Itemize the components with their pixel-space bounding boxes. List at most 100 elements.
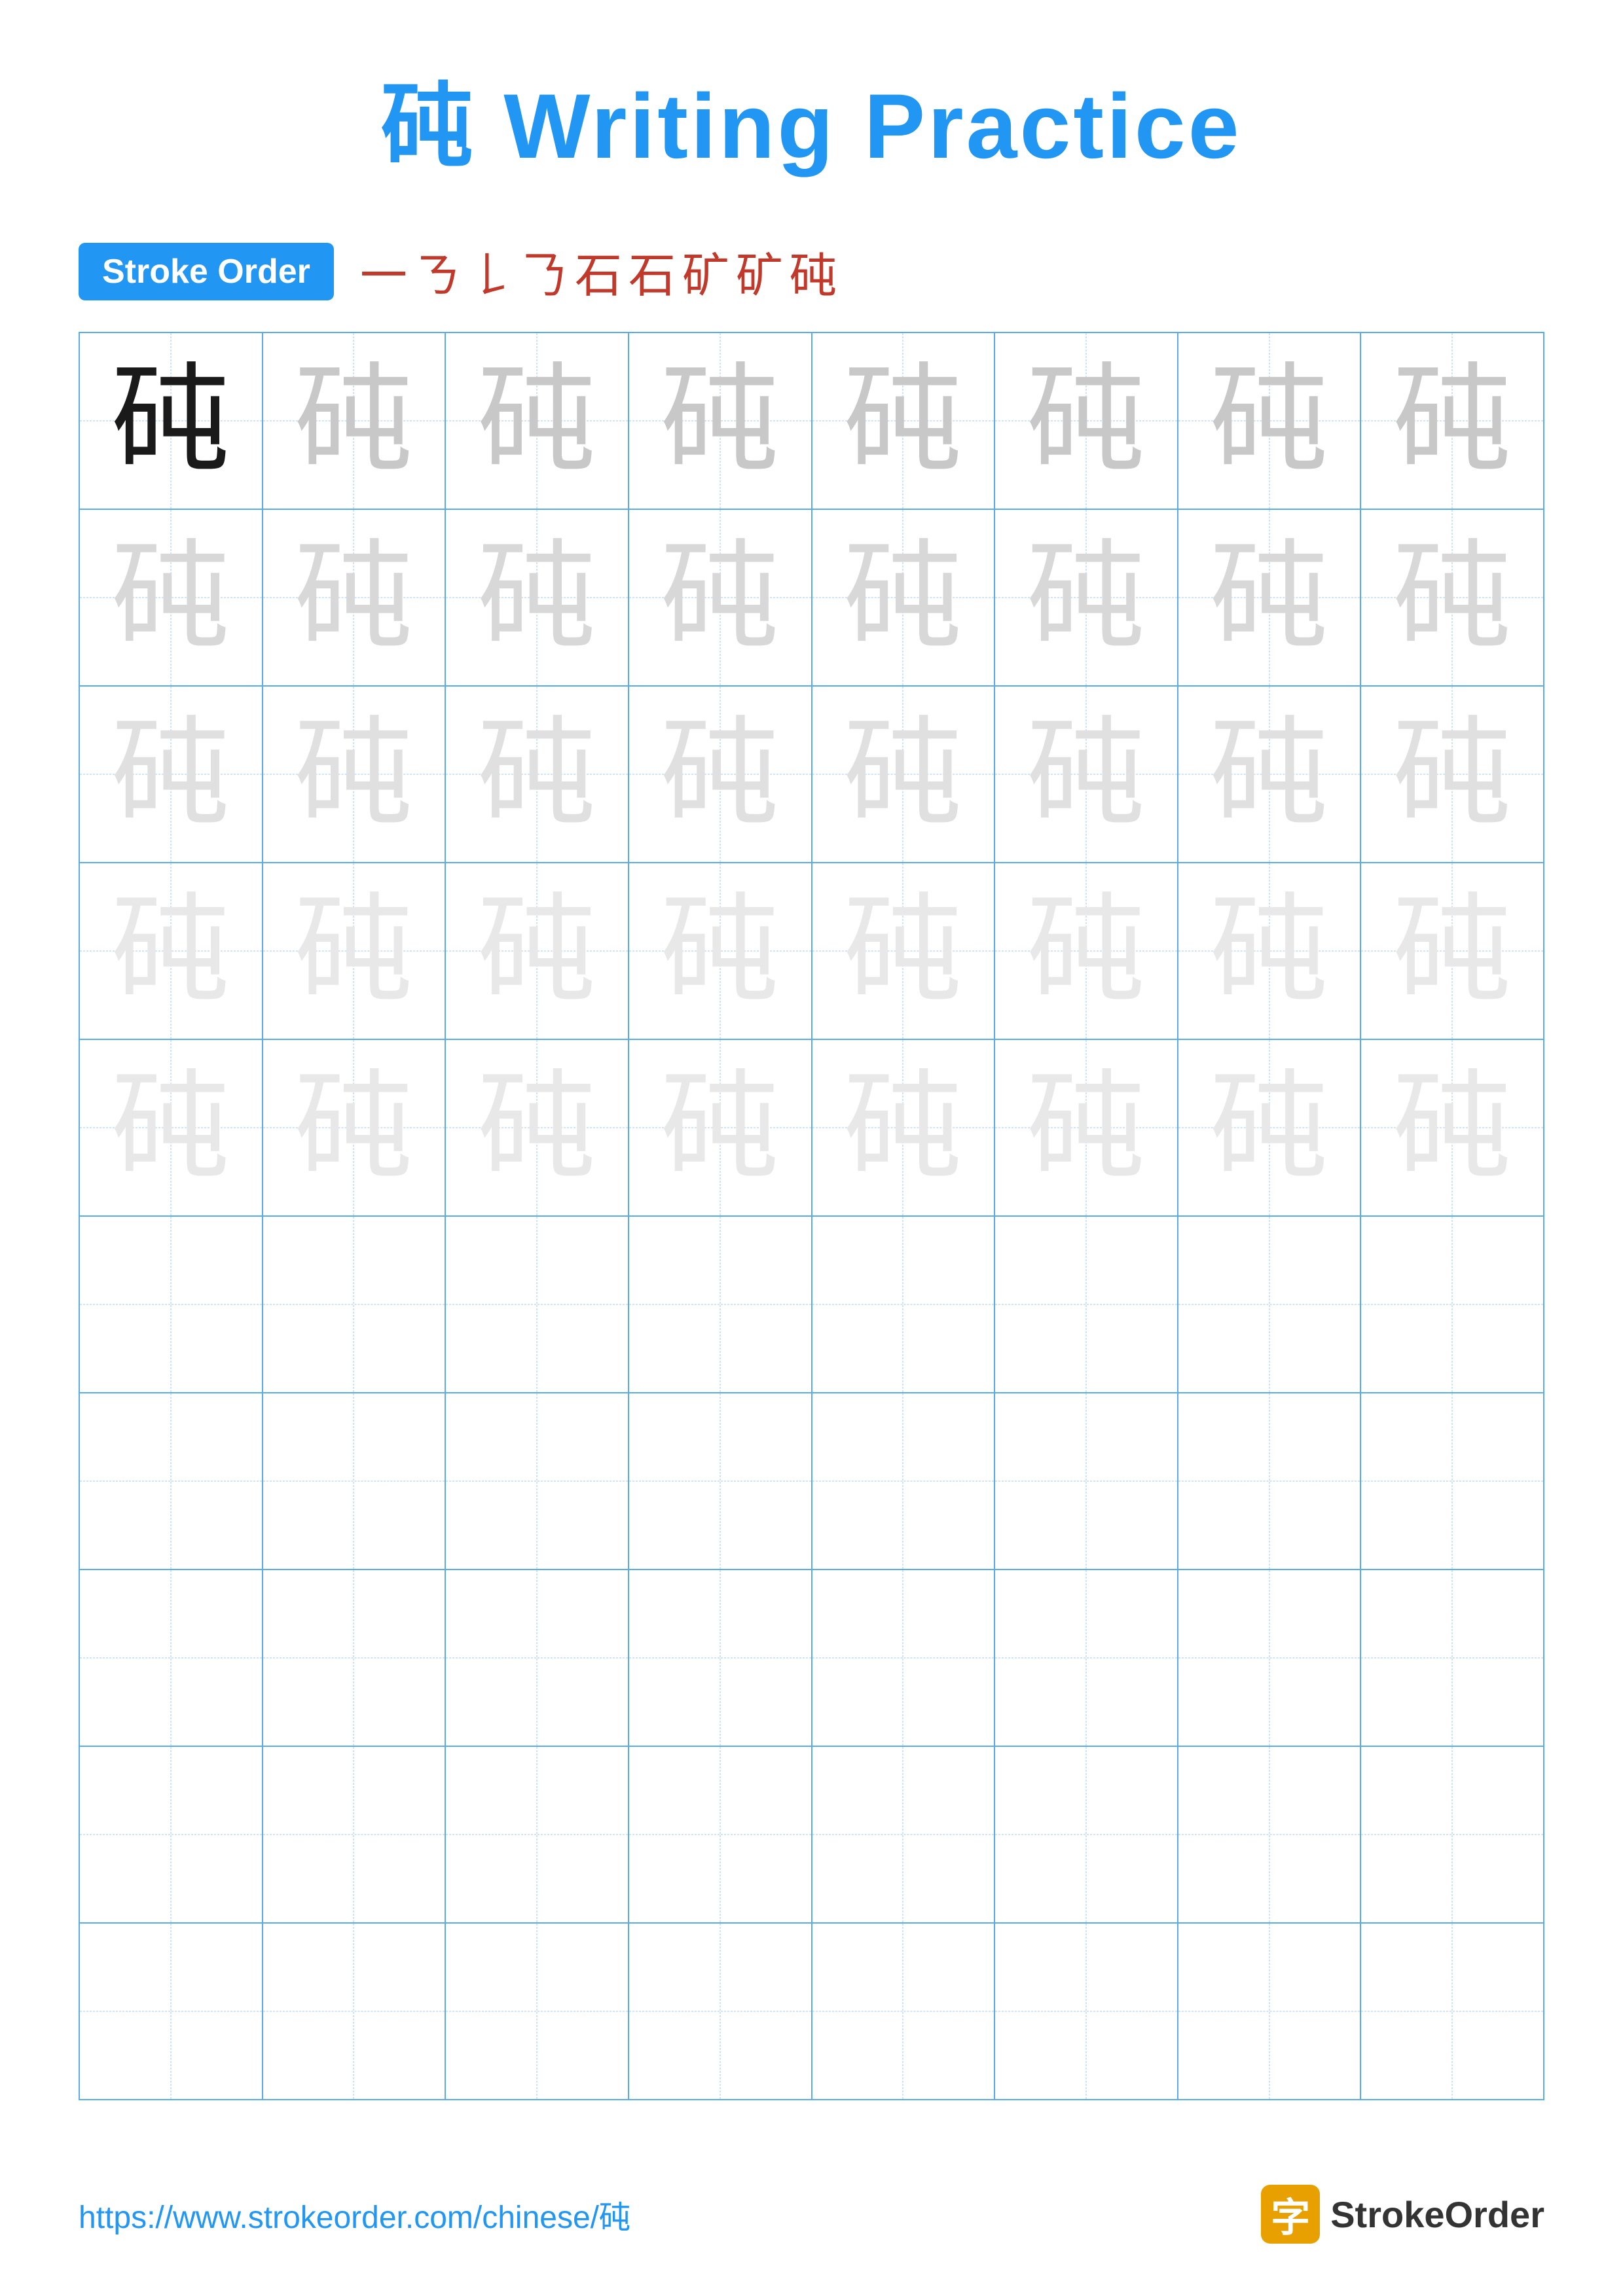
grid-cell: 砘 bbox=[1360, 863, 1544, 1039]
grid-cell: 砘 bbox=[629, 863, 812, 1039]
grid-cell: 砘 bbox=[629, 509, 812, 686]
grid-cell bbox=[994, 1393, 1178, 1570]
grid-cell: 砘 bbox=[994, 686, 1178, 863]
grid-cell bbox=[263, 1393, 446, 1570]
grid-cell bbox=[79, 1393, 263, 1570]
grid-cell bbox=[629, 1570, 812, 1746]
stroke-7: 矿 bbox=[682, 237, 729, 306]
grid-cell bbox=[1360, 1216, 1544, 1393]
grid-cell: 砘 bbox=[1360, 686, 1544, 863]
table-row bbox=[79, 1393, 1544, 1570]
char-display: 砘 bbox=[478, 1069, 596, 1187]
stroke-9: 砘 bbox=[790, 237, 837, 306]
grid-cell: 砘 bbox=[263, 509, 446, 686]
table-row: 砘 砘 砘 砘 砘 砘 砘 砘 bbox=[79, 1039, 1544, 1216]
grid-cell bbox=[1360, 1570, 1544, 1746]
char-display: 砘 bbox=[844, 892, 962, 1010]
char-display: 砘 bbox=[478, 539, 596, 656]
stroke-order-badge: Stroke Order bbox=[79, 243, 334, 300]
char-display: 砘 bbox=[112, 362, 230, 480]
grid-cell: 砘 bbox=[79, 1039, 263, 1216]
table-row: 砘 砘 砘 砘 砘 砘 砘 砘 bbox=[79, 509, 1544, 686]
grid-cell: 砘 bbox=[812, 332, 995, 509]
char-display: 砘 bbox=[1027, 362, 1145, 480]
char-display: 砘 bbox=[1211, 1069, 1328, 1187]
char-display: 砘 bbox=[295, 715, 412, 833]
grid-cell: 砘 bbox=[1178, 509, 1361, 686]
table-row: 砘 砘 砘 砘 砘 砘 砘 砘 bbox=[79, 332, 1544, 509]
char-display: 砘 bbox=[1393, 362, 1511, 480]
char-display: 砘 bbox=[112, 715, 230, 833]
grid-cell bbox=[812, 1393, 995, 1570]
grid-cell: 砘 bbox=[812, 686, 995, 863]
char-display: 砘 bbox=[844, 1069, 962, 1187]
grid-cell bbox=[812, 1746, 995, 1923]
grid-cell bbox=[629, 1216, 812, 1393]
char-display: 砘 bbox=[112, 539, 230, 656]
grid-cell: 砘 bbox=[994, 332, 1178, 509]
grid-cell: 砘 bbox=[79, 686, 263, 863]
grid-cell bbox=[629, 1393, 812, 1570]
grid-cell: 砘 bbox=[445, 332, 629, 509]
char-display: 砘 bbox=[1027, 539, 1145, 656]
char-display: 砘 bbox=[844, 362, 962, 480]
grid-cell bbox=[994, 1216, 1178, 1393]
grid-cell: 砘 bbox=[994, 509, 1178, 686]
stroke-6: 石 bbox=[629, 237, 676, 306]
logo-text: StrokeOrder bbox=[1330, 2193, 1544, 2236]
char-display: 砘 bbox=[295, 362, 412, 480]
grid-cell: 砘 bbox=[445, 686, 629, 863]
footer: https://www.strokeorder.com/chinese/砘 字 … bbox=[79, 2185, 1544, 2244]
grid-cell bbox=[1178, 1923, 1361, 2100]
char-display: 砘 bbox=[1211, 362, 1328, 480]
grid-cell: 砘 bbox=[629, 686, 812, 863]
grid-cell: 砘 bbox=[1360, 332, 1544, 509]
grid-cell: 砘 bbox=[994, 1039, 1178, 1216]
char-display: 砘 bbox=[844, 715, 962, 833]
char-display: 砘 bbox=[661, 1069, 779, 1187]
table-row bbox=[79, 1216, 1544, 1393]
grid-cell bbox=[263, 1746, 446, 1923]
table-row: 砘 砘 砘 砘 砘 砘 砘 砘 bbox=[79, 863, 1544, 1039]
stroke-4: 𠄎 bbox=[521, 237, 568, 306]
stroke-5: 石 bbox=[575, 237, 622, 306]
stroke-1: 一 bbox=[360, 237, 407, 306]
grid-cell: 砘 bbox=[263, 1039, 446, 1216]
stroke-2: ㄋ bbox=[414, 237, 461, 306]
char-display: 砘 bbox=[1027, 715, 1145, 833]
char-display: 砘 bbox=[112, 1069, 230, 1187]
grid-cell: 砘 bbox=[994, 863, 1178, 1039]
practice-grid: 砘 砘 砘 砘 砘 砘 砘 砘 砘 砘 砘 砘 砘 砘 砘 砘 砘 砘 砘 砘 … bbox=[79, 332, 1544, 2100]
grid-cell bbox=[1178, 1216, 1361, 1393]
char-display: 砘 bbox=[478, 715, 596, 833]
grid-cell bbox=[79, 1216, 263, 1393]
char-display: 砘 bbox=[295, 539, 412, 656]
char-display: 砘 bbox=[1027, 1069, 1145, 1187]
grid-cell bbox=[263, 1570, 446, 1746]
page-title: 砘 Writing Practice bbox=[381, 52, 1241, 185]
grid-cell: 砘 bbox=[812, 863, 995, 1039]
grid-cell: 砘 bbox=[629, 332, 812, 509]
grid-cell bbox=[994, 1746, 1178, 1923]
stroke-8: 矿 bbox=[736, 237, 783, 306]
grid-cell bbox=[1360, 1923, 1544, 2100]
page: 砘 Writing Practice Stroke Order 一 ㄋ 𠄌 𠄎 … bbox=[0, 0, 1623, 2296]
grid-cell: 砘 bbox=[263, 686, 446, 863]
table-row: 砘 砘 砘 砘 砘 砘 砘 砘 bbox=[79, 686, 1544, 863]
stroke-sequence: 一 ㄋ 𠄌 𠄎 石 石 矿 矿 砘 bbox=[360, 237, 837, 306]
char-display: 砘 bbox=[661, 362, 779, 480]
grid-cell bbox=[1178, 1570, 1361, 1746]
grid-cell bbox=[629, 1923, 812, 2100]
char-display: 砘 bbox=[478, 892, 596, 1010]
stroke-order-row: Stroke Order 一 ㄋ 𠄌 𠄎 石 石 矿 矿 砘 bbox=[79, 237, 1544, 306]
grid-cell bbox=[445, 1216, 629, 1393]
footer-url: https://www.strokeorder.com/chinese/砘 bbox=[79, 2191, 630, 2237]
grid-cell bbox=[445, 1570, 629, 1746]
grid-cell bbox=[1178, 1393, 1361, 1570]
char-display: 砘 bbox=[1393, 539, 1511, 656]
table-row bbox=[79, 1746, 1544, 1923]
grid-cell bbox=[445, 1393, 629, 1570]
grid-cell bbox=[994, 1923, 1178, 2100]
grid-cell bbox=[1178, 1746, 1361, 1923]
grid-cell: 砘 bbox=[263, 332, 446, 509]
